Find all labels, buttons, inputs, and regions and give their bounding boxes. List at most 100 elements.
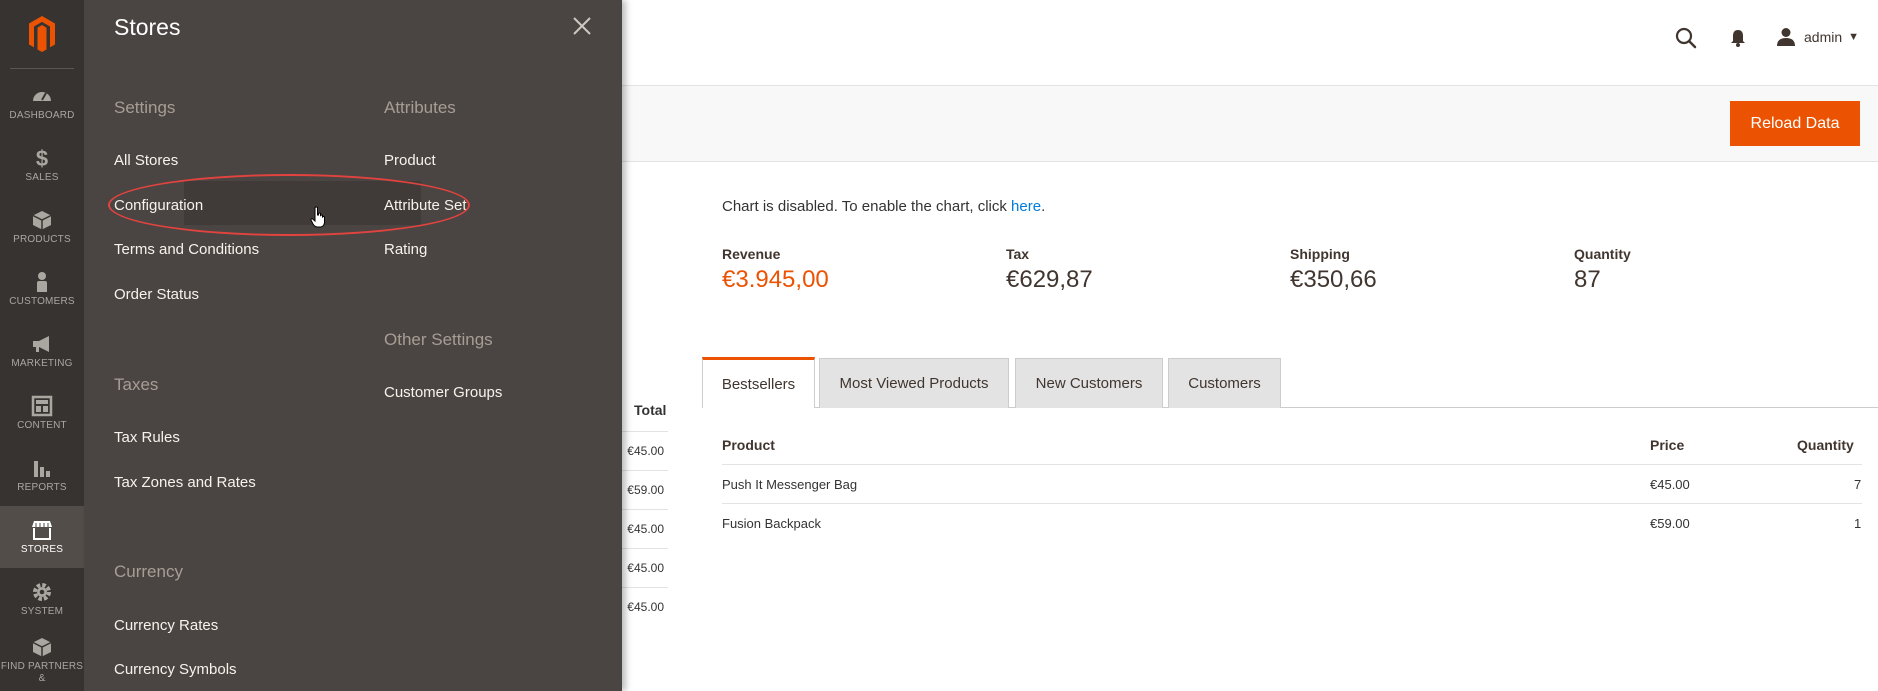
section-other-settings-heading: Other Settings	[384, 330, 493, 349]
product-quantity: 1	[1854, 516, 1862, 531]
stat-tax: Tax €629,87	[1006, 246, 1093, 294]
nav-label: FIND PARTNERS &	[0, 661, 84, 684]
chart-disabled-message: Chart is disabled. To enable the chart, …	[722, 198, 1045, 215]
admin-user-menu[interactable]: admin ▼	[1776, 27, 1859, 47]
menu-link-rating[interactable]: Rating	[384, 241, 427, 258]
nav-label: SALES	[25, 171, 59, 183]
search-icon[interactable]	[1674, 26, 1698, 50]
table-row[interactable]: Fusion Backpack €59.00 1	[722, 503, 1862, 542]
nav-stores[interactable]: STORES	[0, 506, 84, 568]
megaphone-icon	[33, 335, 49, 352]
orders-total-cell: €45.00	[622, 587, 668, 626]
stat-value: €629,87	[1006, 266, 1093, 293]
magento-logo[interactable]	[0, 0, 84, 68]
chart-message-end: .	[1041, 198, 1046, 215]
nav-label: MARKETING	[11, 357, 73, 369]
stat-label: Shipping	[1290, 246, 1350, 262]
admin-username: admin	[1804, 29, 1843, 45]
nav-label: DASHBOARD	[9, 109, 75, 121]
chart-message-text: Chart is disabled. To enable the chart, …	[722, 198, 1012, 215]
reload-data-button[interactable]: Reload Data	[1730, 101, 1860, 146]
nav-label: STORES	[20, 543, 64, 555]
menu-link-customer-groups[interactable]: Customer Groups	[384, 384, 502, 401]
dollar-icon: $	[36, 147, 48, 169]
magento-logo-icon	[29, 16, 55, 52]
nav-label: PRODUCTS	[13, 233, 71, 245]
close-icon[interactable]	[570, 14, 594, 38]
product-name: Fusion Backpack	[722, 516, 821, 531]
nav-reports[interactable]: REPORTS	[0, 444, 84, 506]
menu-link-terms-and-conditions[interactable]: Terms and Conditions	[114, 241, 259, 258]
stores-flyout-panel: Stores Settings All Stores Configuration…	[84, 0, 622, 691]
orders-total-cell: €45.00	[622, 509, 668, 548]
nav-label: CONTENT	[17, 419, 67, 431]
product-price: €59.00	[1650, 516, 1690, 531]
orders-total-cell: €59.00	[622, 470, 668, 509]
orders-total-cell: €45.00	[622, 548, 668, 587]
enable-chart-link[interactable]: here	[1011, 198, 1041, 215]
layout-icon	[31, 395, 53, 416]
nav-customers[interactable]: CUSTOMERS	[0, 258, 84, 320]
stat-value: 87	[1574, 266, 1601, 293]
nav-dashboard[interactable]: DASHBOARD	[0, 72, 84, 134]
section-attributes-heading: Attributes	[384, 98, 456, 117]
orders-total-cell: €45.00	[622, 431, 668, 470]
menu-link-tax-rules[interactable]: Tax Rules	[114, 429, 180, 446]
hand-cursor-icon	[310, 206, 325, 228]
stat-shipping: Shipping €350,66	[1290, 246, 1377, 294]
nav-find-partners[interactable]: FIND PARTNERS &	[0, 630, 84, 691]
orders-total-header: Total	[634, 402, 667, 418]
person-icon	[37, 271, 47, 292]
user-icon	[1777, 28, 1795, 46]
nav-system[interactable]: SYSTEM	[0, 568, 84, 630]
stat-value: €350,66	[1290, 266, 1377, 293]
section-settings-heading: Settings	[114, 98, 176, 117]
svg-text:$: $	[36, 147, 48, 169]
nav-label: REPORTS	[17, 481, 67, 493]
product-name: Push It Messenger Bag	[722, 477, 858, 492]
tab-customers[interactable]: Customers	[1168, 358, 1281, 408]
column-header-quantity: Quantity	[1797, 437, 1854, 453]
nav-products[interactable]: PRODUCTS	[0, 196, 84, 258]
notification-bell-icon[interactable]	[1729, 28, 1747, 48]
stat-label: Revenue	[722, 246, 781, 262]
menu-link-tax-zones-and-rates[interactable]: Tax Zones and Rates	[114, 474, 256, 491]
table-row[interactable]: Push It Messenger Bag €45.00 7	[722, 464, 1862, 503]
nav-marketing[interactable]: MARKETING	[0, 320, 84, 382]
tab-most-viewed-products[interactable]: Most Viewed Products	[819, 358, 1009, 408]
stat-quantity: Quantity 87	[1574, 246, 1631, 294]
menu-link-currency-symbols[interactable]: Currency Symbols	[114, 661, 237, 678]
red-annotation-oval	[108, 174, 470, 236]
nav-sales[interactable]: $ SALES	[0, 134, 84, 196]
admin-menu: DASHBOARD $ SALES PRODUCTS CUSTOMERS MAR…	[0, 0, 84, 691]
menu-link-product[interactable]: Product	[384, 152, 436, 169]
cube-icon	[32, 210, 52, 229]
tab-bestsellers[interactable]: Bestsellers	[702, 357, 815, 408]
logo-divider	[10, 68, 74, 69]
page-actions-bar	[622, 86, 1878, 162]
section-taxes-heading: Taxes	[114, 375, 159, 394]
nav-content[interactable]: CONTENT	[0, 382, 84, 444]
nav-label: SYSTEM	[20, 605, 64, 617]
stat-revenue: Revenue €3.945,00	[722, 246, 829, 294]
nav-label: CUSTOMERS	[9, 295, 75, 307]
menu-link-currency-rates[interactable]: Currency Rates	[114, 617, 218, 634]
bar-chart-icon	[34, 460, 50, 477]
section-currency-heading: Currency	[114, 562, 183, 581]
storefront-icon	[32, 520, 52, 540]
gear-icon	[33, 582, 51, 601]
product-quantity: 7	[1854, 477, 1862, 492]
partners-box-icon	[32, 638, 52, 657]
stat-label: Quantity	[1574, 246, 1631, 262]
column-header-price: Price	[1650, 437, 1685, 453]
caret-down-icon: ▼	[1848, 31, 1860, 43]
tab-new-customers[interactable]: New Customers	[1015, 358, 1163, 408]
stat-label: Tax	[1006, 246, 1030, 262]
speedometer-icon	[33, 91, 51, 101]
menu-link-all-stores[interactable]: All Stores	[114, 152, 178, 169]
flyout-title: Stores	[114, 14, 181, 40]
menu-link-order-status[interactable]: Order Status	[114, 286, 199, 303]
stat-value: €3.945,00	[722, 266, 829, 293]
column-header-product: Product	[722, 437, 775, 453]
product-price: €45.00	[1650, 477, 1690, 492]
